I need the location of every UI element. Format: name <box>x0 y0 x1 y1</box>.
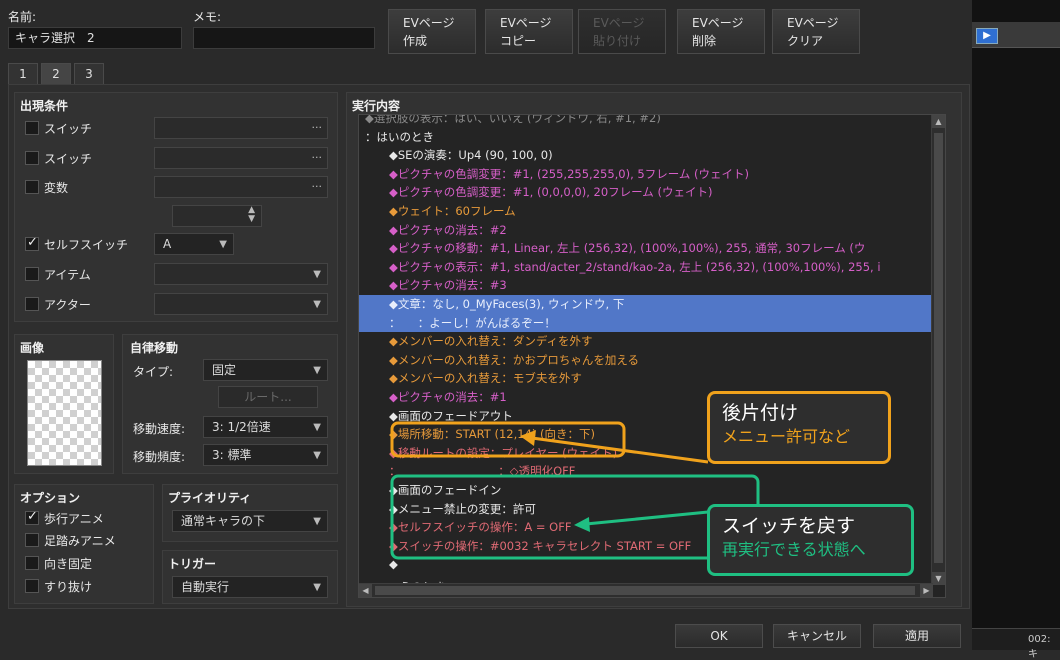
bg-status-text: 002:キ <box>972 628 1060 660</box>
switch-reset-callout-subtitle: 再実行できる状態へ <box>722 540 866 559</box>
apply-button[interactable]: 適用 <box>873 624 961 648</box>
cleanup-callout: 後片付け メニュー許可など <box>707 391 891 464</box>
cleanup-callout-title: 後片付け <box>722 402 799 424</box>
orange-highlight-box <box>390 421 626 458</box>
orange-arrow-line <box>531 436 709 464</box>
green-highlight-box <box>390 474 760 560</box>
play-icon[interactable]: ▶ <box>976 28 998 44</box>
switch-reset-callout-title: スイッチを戻す <box>722 515 856 537</box>
cancel-button[interactable]: キャンセル <box>773 624 861 648</box>
green-arrow-head <box>574 517 590 532</box>
cleanup-callout-subtitle: メニュー許可など <box>722 427 851 446</box>
ok-button[interactable]: OK <box>675 624 763 648</box>
bg-toolbar: ▶ <box>972 22 1060 48</box>
switch-reset-callout: スイッチを戻す 再実行できる状態へ <box>707 504 914 576</box>
orange-arrow-head <box>520 430 536 446</box>
background-app-panel: ▶ 002:キ <box>972 0 1060 660</box>
green-arrow-line <box>585 510 709 526</box>
